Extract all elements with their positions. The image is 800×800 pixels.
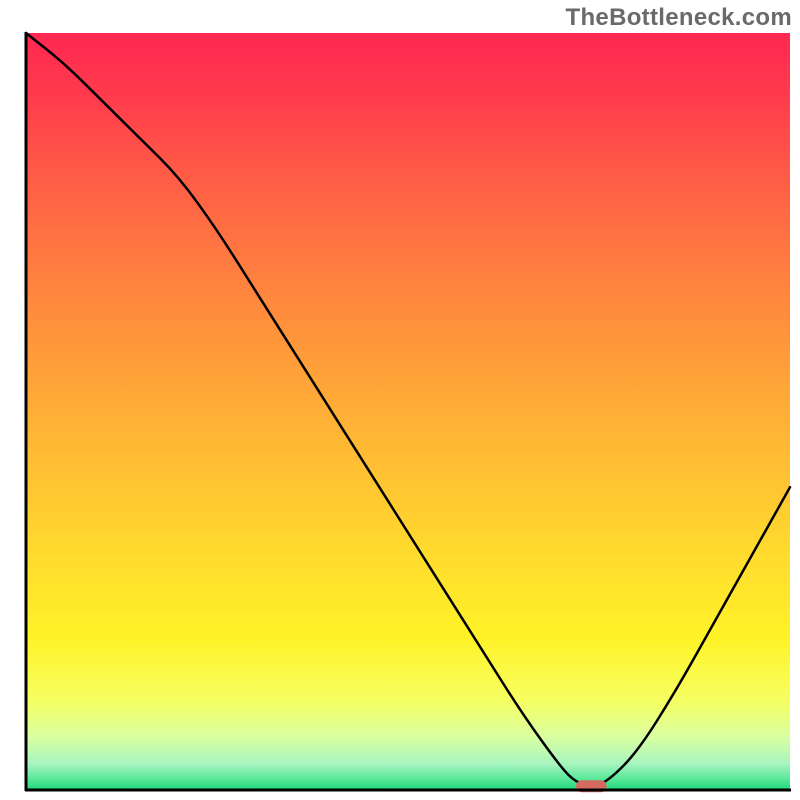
plot-background-gradient — [26, 33, 790, 790]
bottleneck-chart — [0, 0, 800, 800]
chart-wrapper: { "watermark_text": "TheBottleneck.com",… — [0, 0, 800, 800]
watermark-text: TheBottleneck.com — [566, 4, 792, 32]
